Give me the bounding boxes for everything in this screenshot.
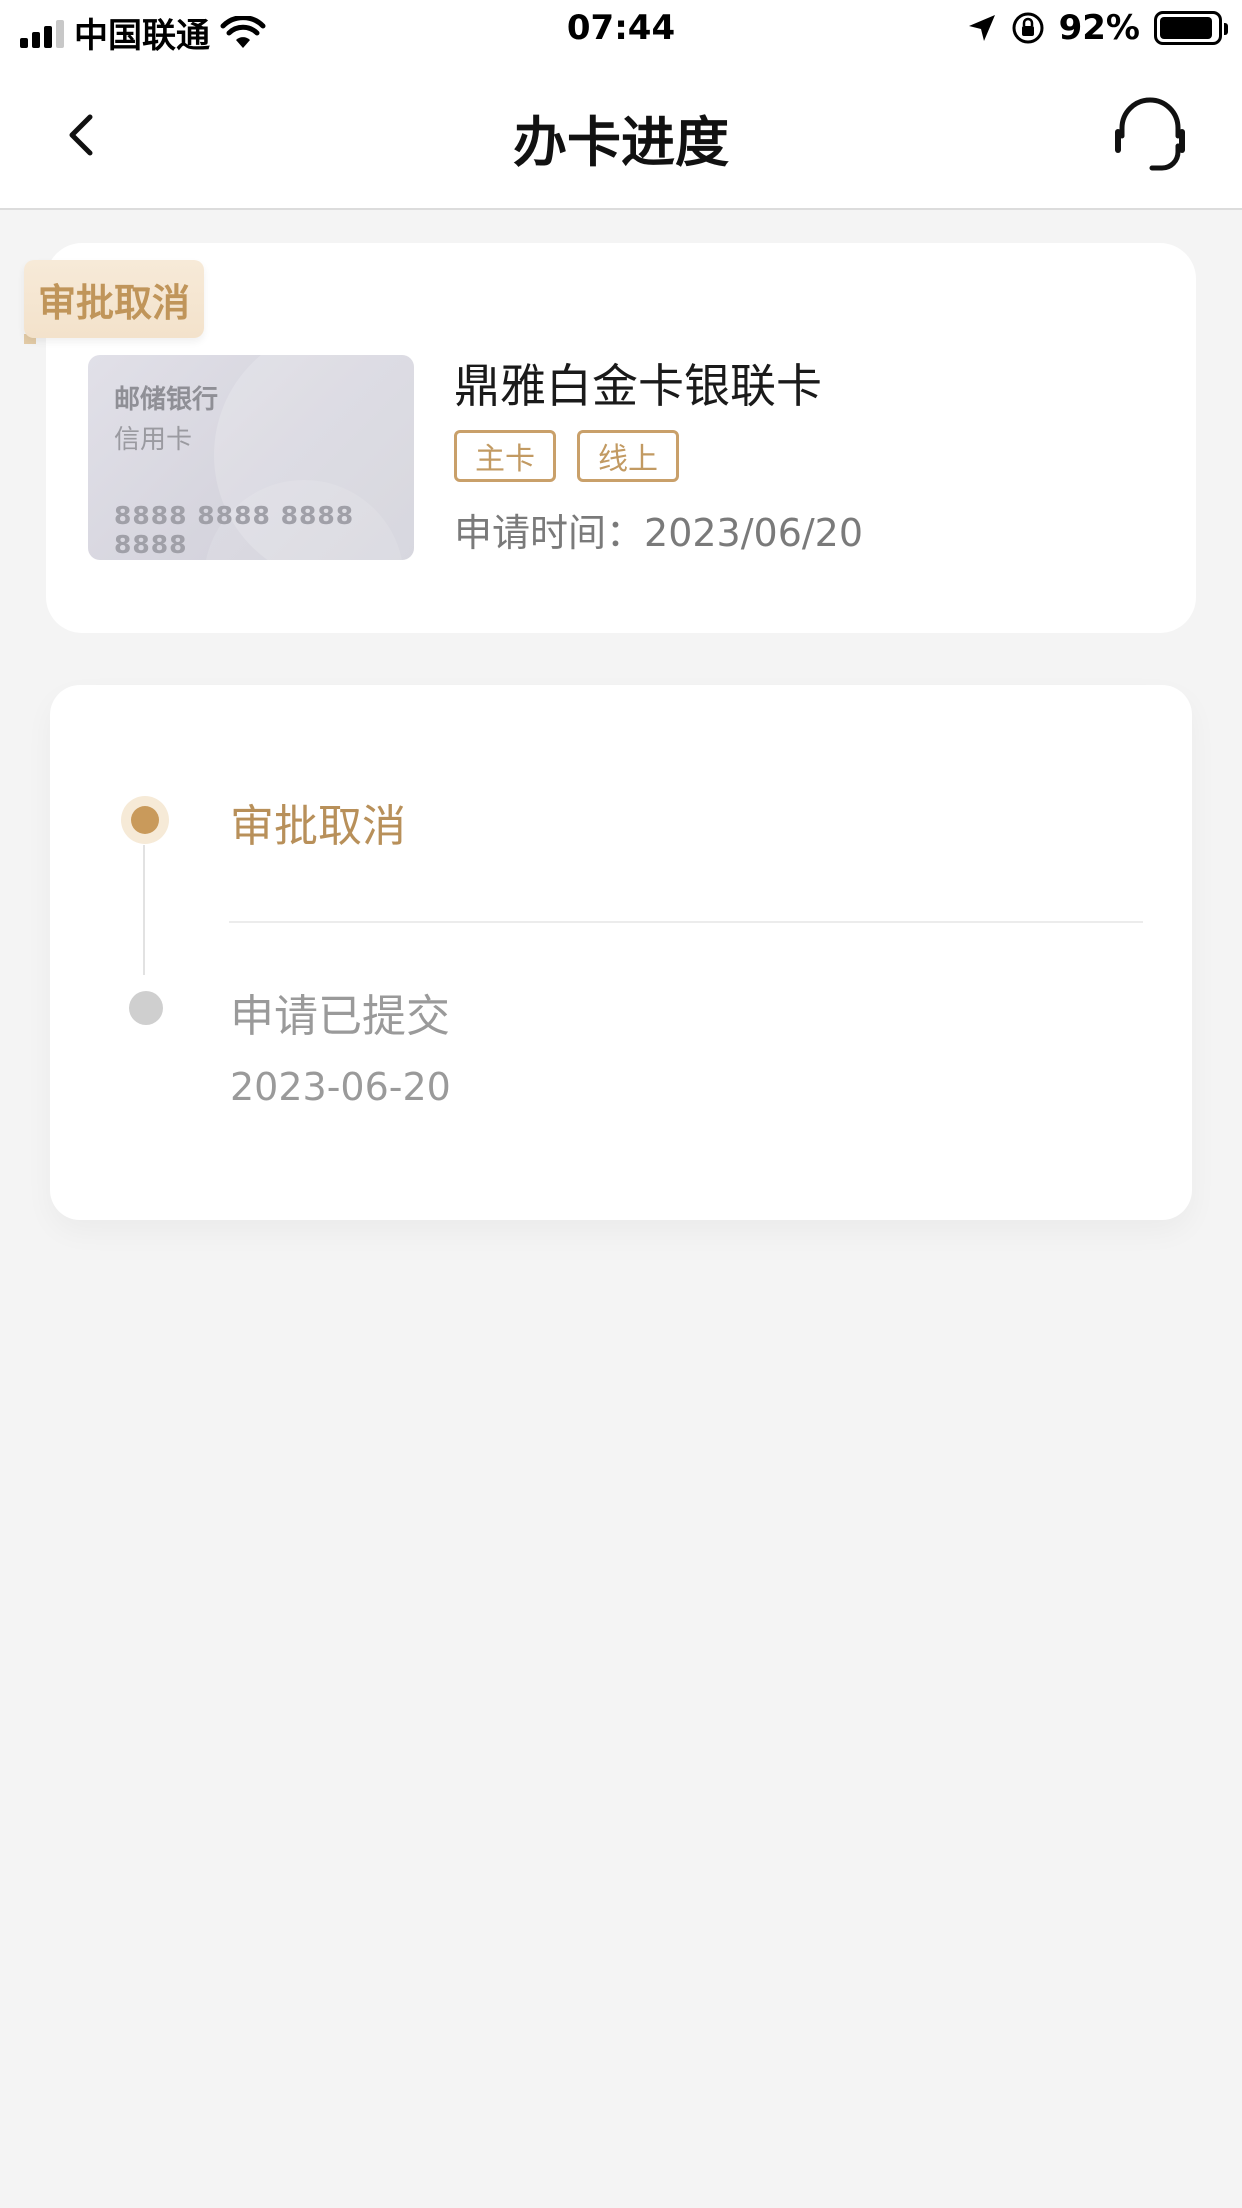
apply-time-label: 申请时间： [454, 511, 645, 555]
timeline-dot-inactive [129, 991, 163, 1025]
card-product-name: 鼎雅白金卡银联卡 [454, 359, 822, 413]
badge-online: 线上 [577, 430, 679, 482]
progress-panel [50, 685, 1192, 1220]
step-title-cancelled: 审批取消 [230, 801, 406, 852]
apply-time: 申请时间：2023/06/20 [454, 502, 863, 557]
badge-primary-card: 主卡 [454, 430, 556, 482]
status-tag: 审批取消 [24, 260, 204, 338]
headset-icon[interactable] [1108, 92, 1192, 176]
step-divider [229, 921, 1143, 923]
status-right: 92% [967, 8, 1228, 48]
battery-fill [1160, 17, 1212, 39]
orientation-lock-icon [1012, 12, 1044, 44]
apply-time-value: 2023/06/20 [644, 511, 864, 555]
battery-percent: 92% [1058, 8, 1140, 48]
location-arrow-icon [968, 15, 995, 41]
step-title-submitted: 申请已提交 [230, 991, 450, 1042]
credit-card-image: 邮储银行 信用卡 8888 8888 8888 8888 [88, 355, 414, 560]
nav-bar: 办卡进度 [0, 62, 1242, 210]
card-type: 信用卡 [114, 425, 193, 455]
card-bank-name: 邮储银行 [114, 385, 219, 415]
timeline-line [143, 845, 145, 975]
page-title: 办卡进度 [513, 111, 729, 174]
step-date-submitted: 2023-06-20 [230, 1065, 451, 1109]
battery-icon [1154, 11, 1228, 45]
status-bar: 中国联通 07:44 92% [0, 0, 1242, 62]
card-number: 8888 8888 8888 8888 [114, 501, 355, 559]
timeline-dot-active [131, 806, 159, 834]
